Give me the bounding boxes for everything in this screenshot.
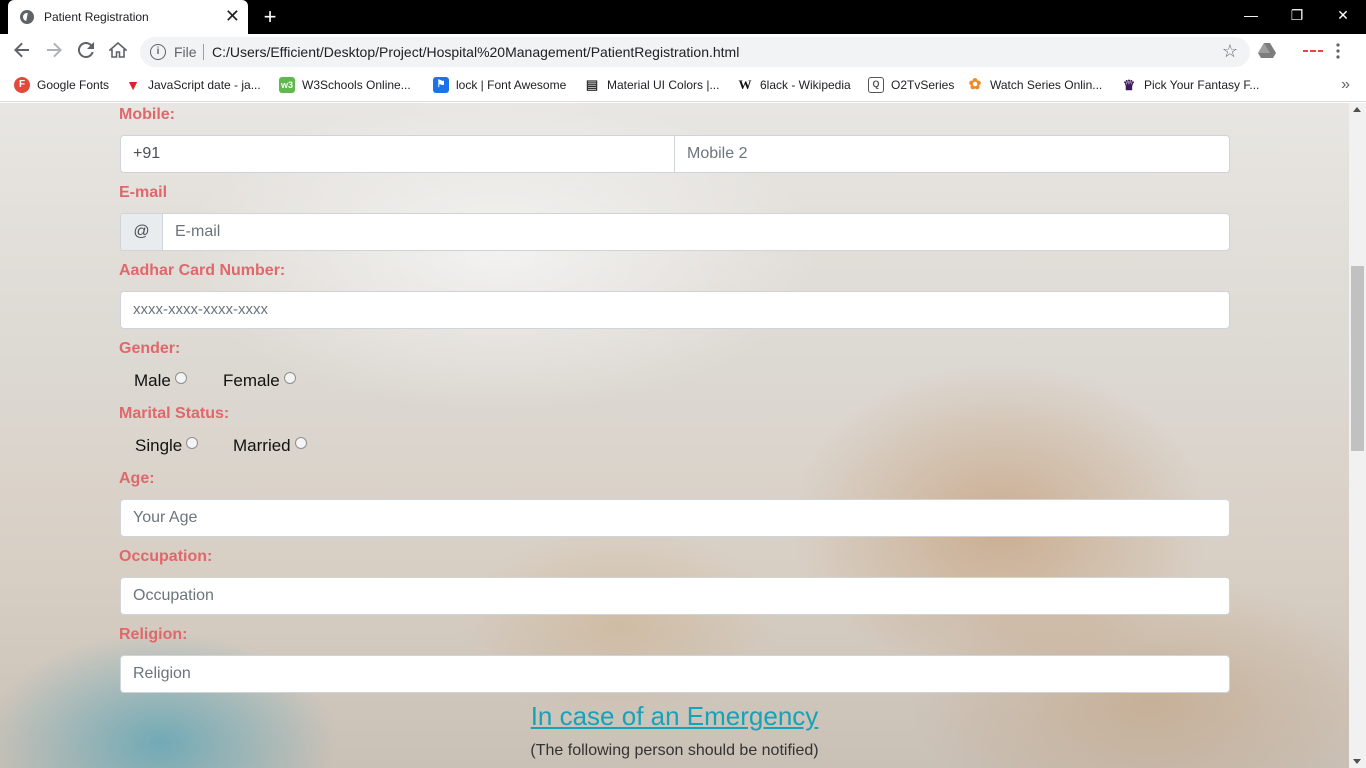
radio-single[interactable]	[186, 437, 199, 449]
scroll-down-icon[interactable]	[1353, 759, 1361, 764]
google-fonts-icon: F	[14, 77, 30, 93]
restore-button[interactable]: ❐	[1274, 0, 1320, 30]
bookmark-pick-your-fantasy[interactable]: ♛ Pick Your Fantasy F...	[1121, 77, 1260, 95]
bookmark-w3schools[interactable]: w3 W3Schools Online...	[279, 77, 411, 95]
minimize-button[interactable]: —	[1228, 0, 1274, 30]
bookmark-6lack-wikipedia[interactable]: W 6lack - Wikipedia	[737, 77, 851, 95]
browser-tab[interactable]: Patient Registration ✕	[8, 0, 248, 34]
aadhar-field[interactable]: xxxx-xxxx-xxxx-xxxx	[120, 291, 1230, 329]
wikipedia-icon: W	[738, 77, 752, 92]
marital-married-radio[interactable]: Married	[233, 436, 307, 456]
page-scrollbar[interactable]	[1349, 103, 1366, 768]
o2tvseries-icon: Q	[868, 77, 884, 93]
forward-arrow-icon[interactable]	[42, 40, 66, 64]
close-window-button[interactable]: ✕	[1320, 0, 1366, 30]
age-label: Age:	[119, 470, 155, 487]
radio-married[interactable]	[294, 437, 307, 449]
bookmark-o2tvseries[interactable]: Q O2TvSeries	[868, 77, 954, 95]
font-awesome-icon: ⚑	[433, 77, 449, 93]
marital-single-label: Single	[135, 436, 183, 455]
occupation-placeholder: Occupation	[133, 587, 214, 604]
premier-league-icon: ♛	[1122, 77, 1136, 93]
scrollbar-thumb[interactable]	[1351, 266, 1364, 451]
gender-label: Gender:	[119, 340, 181, 357]
occupation-field[interactable]: Occupation	[120, 577, 1230, 615]
tab-close-button[interactable]: ✕	[225, 7, 240, 25]
religion-field[interactable]: Religion	[120, 655, 1230, 693]
email-field[interactable]: E-mail	[163, 214, 1229, 250]
scroll-up-icon[interactable]	[1353, 107, 1361, 112]
marital-single-radio[interactable]: Single	[135, 436, 199, 456]
extension-icon[interactable]	[1303, 43, 1323, 61]
info-icon[interactable]: i	[150, 44, 166, 60]
radio-female[interactable]	[283, 372, 296, 384]
aadhar-label: Aadhar Card Number:	[119, 262, 286, 279]
tab-title: Patient Registration	[44, 10, 149, 24]
globe-icon	[20, 10, 34, 24]
bookmark-material-ui-colors[interactable]: ▤ Material UI Colors |...	[584, 77, 720, 95]
w3schools-icon: w3	[279, 77, 295, 93]
bookmark-star-icon[interactable]: ☆	[1222, 41, 1238, 62]
marital-status-label: Marital Status:	[119, 405, 230, 422]
bookmarks-bar: F Google Fonts ▼ JavaScript date - ja... w…	[0, 70, 1366, 102]
mobile-field[interactable]: +91	[121, 136, 675, 172]
email-input-group: @ E-mail	[120, 213, 1230, 251]
url-text[interactable]: C:/Users/Efficient/Desktop/Project/Hospi…	[212, 44, 739, 60]
javascript-icon: ▼	[126, 77, 140, 93]
menu-kebab-icon[interactable]	[1336, 43, 1348, 61]
age-placeholder: Your Age	[133, 509, 198, 526]
occupation-label: Occupation:	[119, 548, 213, 565]
reload-icon[interactable]	[74, 40, 98, 64]
bookmark-font-awesome[interactable]: ⚑ lock | Font Awesome	[433, 77, 566, 95]
radio-male[interactable]	[174, 372, 187, 384]
watch-series-icon: ✿	[968, 76, 982, 93]
email-label: E-mail	[119, 184, 168, 201]
tab-bar: Patient Registration ✕ + — ❐ ✕	[0, 0, 1366, 34]
mobile-input-group: +91 Mobile 2	[120, 135, 1230, 173]
browser-toolbar: i File C:/Users/Efficient/Desktop/Projec…	[0, 34, 1366, 70]
religion-placeholder: Religion	[133, 665, 191, 682]
mobile-label: Mobile:	[119, 106, 175, 123]
gender-male-radio[interactable]: Male	[134, 371, 187, 391]
bookmark-javascript-date[interactable]: ▼ JavaScript date - ja...	[125, 77, 261, 95]
emergency-subheading: (The following person should be notified…	[530, 742, 819, 759]
page-viewport: Mobile: +91 Mobile 2 E-mail @ E-mail Aad…	[0, 103, 1349, 768]
at-sign-icon: @	[121, 214, 163, 250]
gender-female-radio[interactable]: Female	[223, 371, 296, 391]
address-bar[interactable]: i File C:/Users/Efficient/Desktop/Projec…	[140, 37, 1250, 67]
address-divider	[203, 44, 204, 60]
emergency-heading-link[interactable]: In case of an Emergency	[0, 701, 1349, 732]
file-scheme-label: File	[174, 44, 197, 60]
marital-married-label: Married	[233, 436, 291, 455]
religion-label: Religion:	[119, 626, 188, 643]
bookmarks-overflow-icon[interactable]: »	[1341, 76, 1350, 94]
google-drive-icon[interactable]	[1258, 43, 1276, 61]
gender-female-label: Female	[223, 371, 280, 390]
bookmark-watch-series[interactable]: ✿ Watch Series Onlin...	[967, 76, 1103, 95]
back-arrow-icon[interactable]	[10, 40, 34, 64]
age-field[interactable]: Your Age	[120, 499, 1230, 537]
gender-male-label: Male	[134, 371, 171, 390]
home-icon[interactable]	[106, 40, 130, 64]
aadhar-placeholder: xxxx-xxxx-xxxx-xxxx	[133, 301, 268, 318]
new-tab-button[interactable]: +	[259, 4, 281, 30]
mobile-2-field[interactable]: Mobile 2	[675, 136, 1229, 172]
material-colors-icon: ▤	[585, 77, 599, 92]
bookmark-google-fonts[interactable]: F Google Fonts	[14, 77, 109, 95]
